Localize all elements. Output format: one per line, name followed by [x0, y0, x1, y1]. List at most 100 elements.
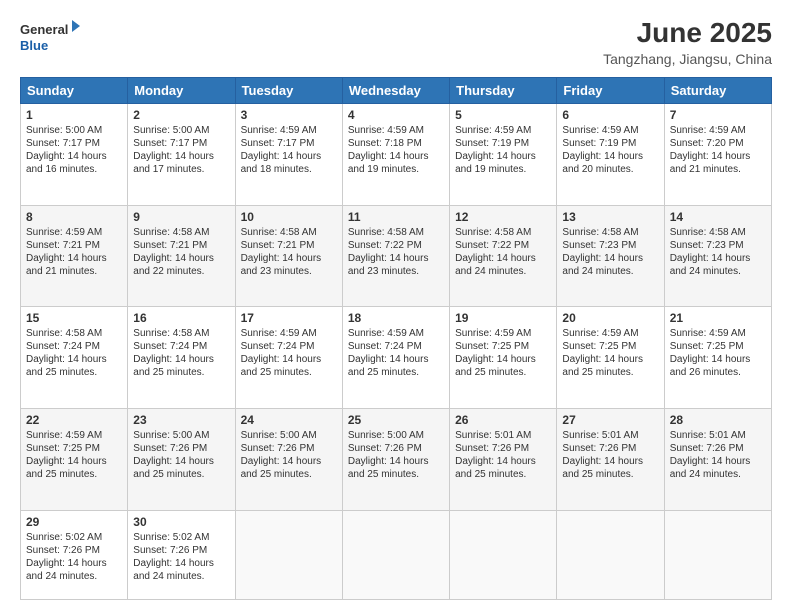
table-row: 25Sunrise: 5:00 AMSunset: 7:26 PMDayligh…: [342, 409, 449, 511]
cell-text: Sunset: 7:24 PM: [133, 340, 229, 353]
calendar: Sunday Monday Tuesday Wednesday Thursday…: [20, 77, 772, 600]
cell-text: and 23 minutes.: [348, 265, 444, 278]
cell-text: Daylight: 14 hours: [26, 252, 122, 265]
cell-text: Sunrise: 5:01 AM: [562, 429, 658, 442]
day-number: 15: [26, 311, 122, 325]
cell-text: and 20 minutes.: [562, 163, 658, 176]
cell-text: and 24 minutes.: [455, 265, 551, 278]
day-number: 20: [562, 311, 658, 325]
col-tuesday: Tuesday: [235, 77, 342, 103]
table-row: 20Sunrise: 4:59 AMSunset: 7:25 PMDayligh…: [557, 307, 664, 409]
day-number: 5: [455, 108, 551, 122]
day-number: 22: [26, 413, 122, 427]
table-row: [450, 510, 557, 599]
col-friday: Friday: [557, 77, 664, 103]
cell-text: and 24 minutes.: [562, 265, 658, 278]
cell-text: Daylight: 14 hours: [670, 252, 766, 265]
cell-text: and 25 minutes.: [562, 468, 658, 481]
cell-text: Sunrise: 4:58 AM: [26, 327, 122, 340]
table-row: [235, 510, 342, 599]
table-row: 5Sunrise: 4:59 AMSunset: 7:19 PMDaylight…: [450, 103, 557, 205]
table-row: 17Sunrise: 4:59 AMSunset: 7:24 PMDayligh…: [235, 307, 342, 409]
day-number: 29: [26, 515, 122, 529]
table-row: 4Sunrise: 4:59 AMSunset: 7:18 PMDaylight…: [342, 103, 449, 205]
table-row: 26Sunrise: 5:01 AMSunset: 7:26 PMDayligh…: [450, 409, 557, 511]
cell-text: Daylight: 14 hours: [26, 150, 122, 163]
cell-text: Sunset: 7:18 PM: [348, 137, 444, 150]
cell-text: and 24 minutes.: [670, 265, 766, 278]
cell-text: Daylight: 14 hours: [133, 150, 229, 163]
cell-text: Daylight: 14 hours: [670, 150, 766, 163]
cell-text: Daylight: 14 hours: [241, 455, 337, 468]
day-number: 13: [562, 210, 658, 224]
day-number: 11: [348, 210, 444, 224]
cell-text: Sunset: 7:26 PM: [241, 442, 337, 455]
cell-text: Sunrise: 5:01 AM: [670, 429, 766, 442]
cell-text: Daylight: 14 hours: [670, 455, 766, 468]
cell-text: Sunrise: 5:02 AM: [133, 531, 229, 544]
cell-text: Sunrise: 5:00 AM: [26, 124, 122, 137]
cell-text: and 25 minutes.: [26, 366, 122, 379]
day-number: 25: [348, 413, 444, 427]
main-title: June 2025: [603, 18, 772, 49]
cell-text: Daylight: 14 hours: [26, 557, 122, 570]
cell-text: Daylight: 14 hours: [133, 455, 229, 468]
cell-text: Sunrise: 5:00 AM: [133, 124, 229, 137]
cell-text: Sunset: 7:24 PM: [241, 340, 337, 353]
cell-text: Sunrise: 4:58 AM: [670, 226, 766, 239]
cell-text: Daylight: 14 hours: [26, 353, 122, 366]
table-row: 28 Sunrise: 5:01 AMSunset: 7:26 PMDayligh…: [664, 409, 771, 511]
day-number: 17: [241, 311, 337, 325]
cell-text: Daylight: 14 hours: [455, 353, 551, 366]
cell-text: Sunrise: 4:59 AM: [348, 327, 444, 340]
cell-text: Daylight: 14 hours: [562, 455, 658, 468]
table-row: 10Sunrise: 4:58 AMSunset: 7:21 PMDayligh…: [235, 205, 342, 307]
cell-text: and 25 minutes.: [133, 366, 229, 379]
cell-text: Sunset: 7:20 PM: [670, 137, 766, 150]
day-number: 14: [670, 210, 766, 224]
cell-text: Sunrise: 4:59 AM: [562, 327, 658, 340]
cell-text: Daylight: 14 hours: [562, 150, 658, 163]
cell-text: Sunset: 7:26 PM: [562, 442, 658, 455]
cell-text: and 21 minutes.: [670, 163, 766, 176]
cell-text: Sunset: 7:26 PM: [133, 442, 229, 455]
cell-text: Sunset: 7:24 PM: [348, 340, 444, 353]
table-row: 13Sunrise: 4:58 AMSunset: 7:23 PMDayligh…: [557, 205, 664, 307]
cell-text: Daylight: 14 hours: [241, 353, 337, 366]
day-number: 8: [26, 210, 122, 224]
day-number: 7: [670, 108, 766, 122]
svg-text:General: General: [20, 22, 68, 37]
cell-text: Sunset: 7:26 PM: [348, 442, 444, 455]
cell-text: and 18 minutes.: [241, 163, 337, 176]
cell-text: Daylight: 14 hours: [670, 353, 766, 366]
day-number: 21: [670, 311, 766, 325]
table-row: [342, 510, 449, 599]
subtitle: Tangzhang, Jiangsu, China: [603, 51, 772, 67]
day-number: 16: [133, 311, 229, 325]
cell-text: Daylight: 14 hours: [455, 252, 551, 265]
table-row: 9Sunrise: 4:58 AMSunset: 7:21 PMDaylight…: [128, 205, 235, 307]
cell-text: Sunset: 7:25 PM: [670, 340, 766, 353]
cell-text: Daylight: 14 hours: [562, 252, 658, 265]
day-number: 2: [133, 108, 229, 122]
day-number: 12: [455, 210, 551, 224]
day-number: 28: [670, 413, 766, 427]
cell-text: Sunset: 7:26 PM: [670, 442, 766, 455]
cell-text: Sunrise: 4:59 AM: [562, 124, 658, 137]
cell-text: Sunrise: 5:01 AM: [455, 429, 551, 442]
cell-text: Sunset: 7:17 PM: [133, 137, 229, 150]
cell-text: Daylight: 14 hours: [455, 150, 551, 163]
table-row: 29Sunrise: 5:02 AMSunset: 7:26 PMDayligh…: [21, 510, 128, 599]
cell-text: Daylight: 14 hours: [133, 557, 229, 570]
cell-text: and 25 minutes.: [26, 468, 122, 481]
cell-text: Sunset: 7:25 PM: [26, 442, 122, 455]
cell-text: Sunset: 7:22 PM: [348, 239, 444, 252]
cell-text: Sunset: 7:23 PM: [670, 239, 766, 252]
cell-text: Sunset: 7:26 PM: [133, 544, 229, 557]
cell-text: Sunset: 7:19 PM: [562, 137, 658, 150]
day-number: 24: [241, 413, 337, 427]
cell-text: Sunset: 7:26 PM: [455, 442, 551, 455]
cell-text: and 25 minutes.: [133, 468, 229, 481]
cell-text: and 25 minutes.: [241, 468, 337, 481]
cell-text: Daylight: 14 hours: [241, 150, 337, 163]
